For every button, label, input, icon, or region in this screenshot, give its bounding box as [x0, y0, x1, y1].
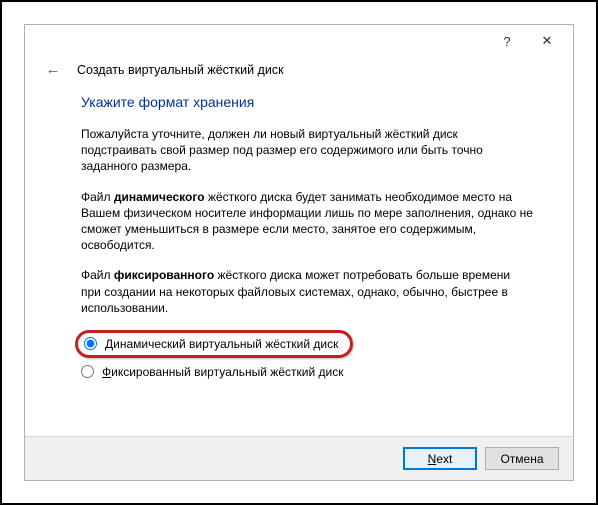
- paragraph-fixed: Файл фиксированного жёсткого диска может…: [81, 267, 533, 316]
- radio-dynamic-input[interactable]: [84, 337, 97, 350]
- back-arrow-icon: ←: [46, 61, 61, 78]
- mnemonic: Ф: [102, 365, 111, 379]
- text-bold: фиксированного: [114, 268, 214, 282]
- create-vhd-dialog: ? ✕ ← Создать виртуальный жёсткий диск У…: [24, 24, 574, 481]
- text: Отмена: [500, 452, 543, 466]
- footer: Next Отмена: [25, 436, 573, 480]
- next-button[interactable]: Next: [403, 447, 477, 470]
- text: ext: [436, 452, 452, 466]
- radio-option-dynamic[interactable]: Динамический виртуальный жёсткий диск: [75, 330, 353, 358]
- radio-fixed-input[interactable]: [81, 365, 94, 378]
- wizard-title: Создать виртуальный жёсткий диск: [77, 63, 284, 77]
- radio-fixed-label: Фиксированный виртуальный жёсткий диск: [102, 365, 343, 379]
- back-button[interactable]: ←: [43, 61, 63, 78]
- content-area: Укажите формат хранения Пожалуйста уточн…: [25, 88, 573, 436]
- text: Файл: [81, 190, 114, 204]
- text-bold: динамического: [114, 190, 205, 204]
- header: ← Создать виртуальный жёсткий диск: [25, 57, 573, 88]
- text: Файл: [81, 268, 114, 282]
- section-title: Укажите формат хранения: [81, 94, 533, 110]
- paragraph-dynamic: Файл динамического жёсткого диска будет …: [81, 189, 533, 254]
- radio-option-fixed[interactable]: Фиксированный виртуальный жёсткий диск: [81, 362, 533, 382]
- text: инамический виртуальный жёсткий диск: [113, 337, 338, 351]
- close-icon: ✕: [542, 33, 553, 49]
- help-button[interactable]: ?: [487, 27, 527, 55]
- titlebar: ? ✕: [25, 25, 573, 57]
- paragraph-intro: Пожалуйста уточните, должен ли новый вир…: [81, 126, 533, 175]
- close-button[interactable]: ✕: [527, 27, 567, 55]
- text: иксированный виртуальный жёсткий диск: [111, 365, 343, 379]
- radio-dynamic-label: Динамический виртуальный жёсткий диск: [105, 337, 338, 351]
- help-icon: ?: [503, 34, 510, 49]
- storage-type-radio-group: Динамический виртуальный жёсткий диск Фи…: [81, 330, 533, 382]
- mnemonic: Д: [105, 337, 113, 351]
- cancel-button[interactable]: Отмена: [485, 447, 559, 470]
